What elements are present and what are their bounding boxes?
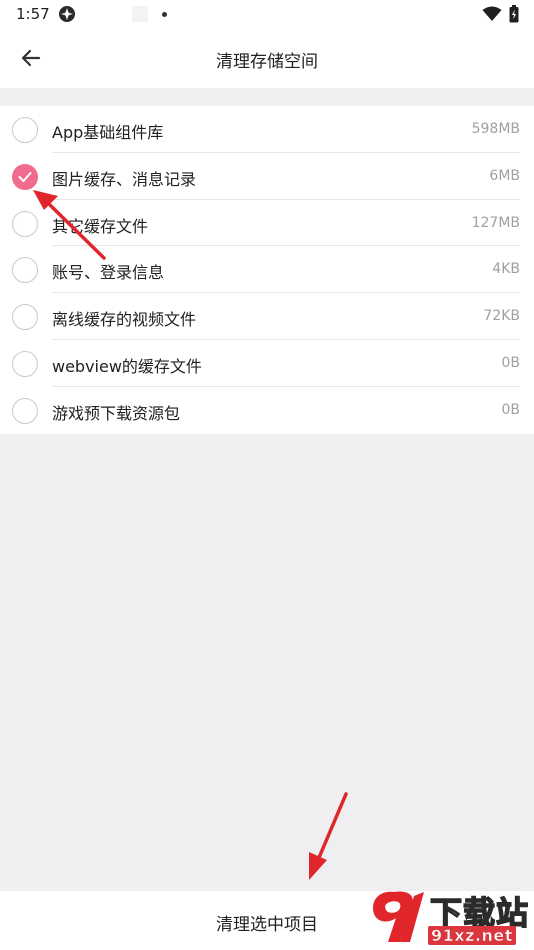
battery-icon (509, 5, 519, 23)
item-label: webview的缓存文件 (52, 356, 202, 376)
checkbox[interactable] (12, 397, 38, 424)
item-label: 图片缓存、消息记录 (52, 169, 197, 189)
item-size: 72KB (483, 308, 520, 325)
app-notification-icon (59, 6, 75, 22)
screen: 1:57 清理存储空间 App基础组件库 598MB 图片缓存、消息记录 6MB… (0, 0, 534, 950)
notification-placeholder-icon (132, 6, 148, 22)
item-label: 离线缓存的视频文件 (52, 310, 197, 330)
checkbox[interactable] (12, 257, 38, 284)
storage-item-offline-video[interactable]: 离线缓存的视频文件 72KB (0, 293, 534, 340)
checkbox[interactable] (12, 210, 38, 237)
item-label: 账号、登录信息 (52, 263, 165, 283)
item-size: 0B (501, 401, 520, 418)
item-size: 598MB (471, 121, 520, 137)
checkbox[interactable] (12, 304, 38, 331)
top-app-bar: 清理存储空间 (0, 28, 534, 88)
item-label: App基础组件库 (52, 123, 164, 142)
status-bar: 1:57 (0, 0, 534, 28)
storage-item-game-predownload[interactable]: 游戏预下载资源包 0B (0, 387, 534, 434)
watermark-logo: 下载站 91xz.net (364, 882, 534, 950)
status-time: 1:57 (16, 5, 50, 23)
storage-item-account-info[interactable]: 账号、登录信息 4KB (0, 246, 534, 294)
item-label: 其它缓存文件 (52, 216, 149, 236)
item-label: 游戏预下载资源包 (52, 403, 181, 423)
watermark-91-logo-icon (372, 891, 424, 942)
checkbox[interactable] (12, 117, 38, 143)
item-size: 6MB (489, 167, 520, 184)
storage-item-other-cache[interactable]: 其它缓存文件 127MB (0, 200, 534, 247)
item-size: 127MB (471, 214, 520, 231)
storage-item-image-cache[interactable]: 图片缓存、消息记录 6MB (0, 153, 534, 200)
page-title: 清理存储空间 (216, 52, 318, 72)
wifi-icon (482, 6, 502, 21)
checkbox-checked[interactable] (12, 163, 38, 190)
annotation-arrow-clean-button (309, 792, 348, 880)
storage-item-app-components[interactable]: App基础组件库 598MB (0, 106, 534, 153)
checkbox[interactable] (12, 350, 38, 377)
item-size: 0B (501, 354, 520, 371)
item-size: 4KB (492, 261, 520, 278)
storage-item-webview-cache[interactable]: webview的缓存文件 0B (0, 340, 534, 387)
watermark-url: 91xz.net (428, 926, 516, 945)
storage-item-list: App基础组件库 598MB 图片缓存、消息记录 6MB 其它缓存文件 127M… (0, 106, 534, 434)
notification-dot-icon (162, 12, 167, 17)
checkmark-icon (18, 171, 32, 182)
